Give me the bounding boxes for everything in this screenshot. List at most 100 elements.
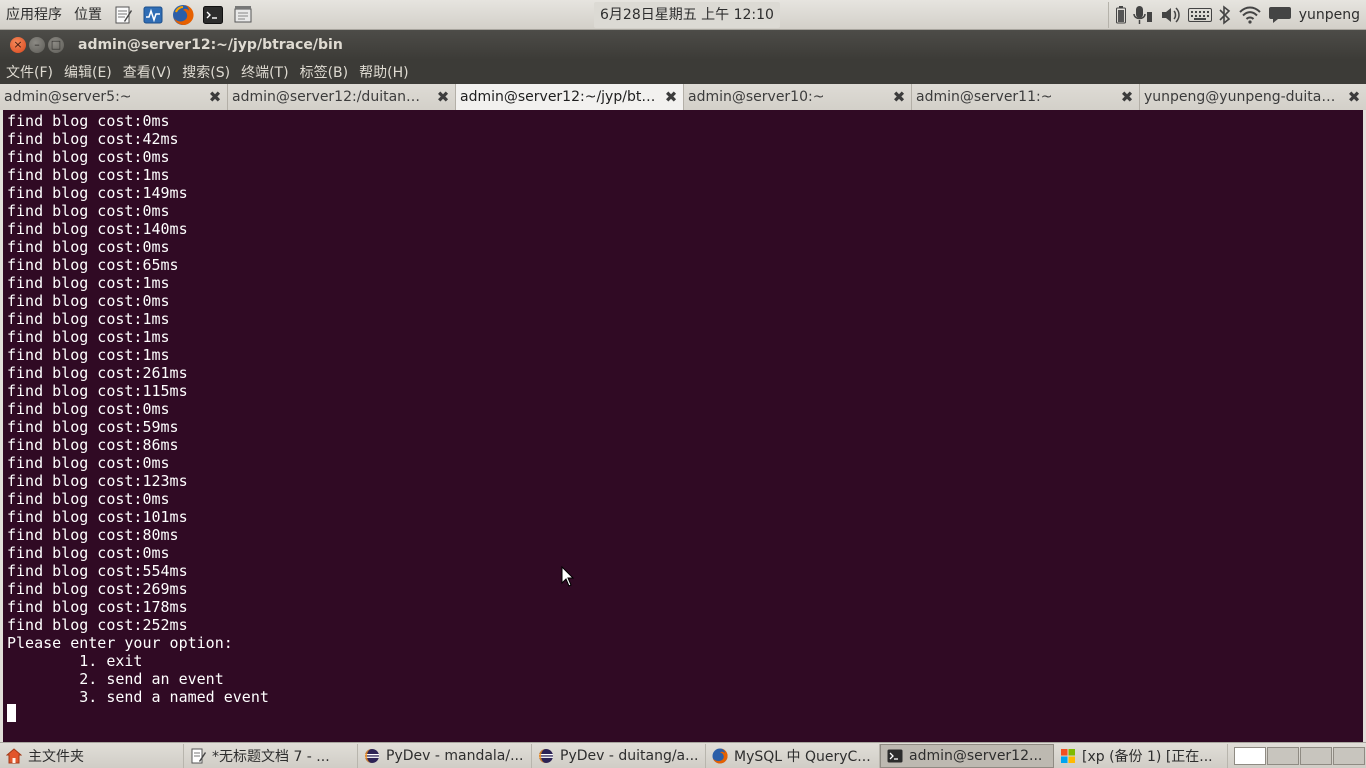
terminal-line: find blog cost:0ms: [7, 238, 170, 256]
terminal-line: 2. send an event: [7, 670, 224, 688]
terminal-line: find blog cost:178ms: [7, 598, 188, 616]
terminal-icon: [887, 748, 903, 764]
microphone-icon[interactable]: [1132, 0, 1154, 30]
tab-close-icon[interactable]: ✖: [207, 88, 223, 106]
tab-server12-btrace[interactable]: admin@server12:~/jyp/btr... ✖: [456, 84, 684, 110]
terminal-line: find blog cost:1ms: [7, 310, 170, 328]
window-minimize-button[interactable]: –: [29, 37, 45, 53]
window-titlebar[interactable]: × – □ admin@server12:~/jyp/btrace/bin: [0, 30, 1366, 60]
workspace-switcher: [1234, 746, 1366, 765]
keyboard-icon[interactable]: [1187, 0, 1212, 30]
menu-view[interactable]: 查看(V): [117, 62, 177, 82]
menu-edit[interactable]: 编辑(E): [58, 62, 117, 82]
volume-icon[interactable]: [1160, 0, 1182, 30]
tab-close-icon[interactable]: ✖: [891, 88, 907, 106]
places-menu[interactable]: 位置: [68, 0, 108, 30]
terminal-text: find blog cost:0ms find blog cost:42ms fin…: [7, 112, 269, 706]
system-tray: yunpeng: [1104, 0, 1366, 30]
task-label: *无标题文档 7 - ...: [212, 748, 330, 765]
terminal-line: 1. exit: [7, 652, 143, 670]
mouse-pointer-icon: [561, 566, 575, 587]
window-maximize-button[interactable]: □: [48, 37, 64, 53]
menu-terminal[interactable]: 终端(T): [235, 62, 293, 82]
workspace-2[interactable]: [1267, 746, 1299, 765]
terminal-line: find blog cost:86ms: [7, 436, 179, 454]
tab-close-icon[interactable]: ✖: [435, 88, 451, 106]
terminal-line: find blog cost:0ms: [7, 490, 170, 508]
task-label: MySQL 中 QueryC...: [734, 748, 871, 765]
menu-help[interactable]: 帮助(H): [353, 62, 413, 82]
terminal-line: find blog cost:149ms: [7, 184, 188, 202]
menu-tabs[interactable]: 标签(B): [294, 62, 354, 82]
terminal-line: find blog cost:0ms: [7, 454, 170, 472]
tab-server12-duitang[interactable]: admin@server12:/duitang/... ✖: [228, 84, 456, 110]
wifi-icon[interactable]: [1238, 0, 1262, 30]
task-home-folder[interactable]: 主文件夹: [0, 743, 184, 768]
terminal-line: find blog cost:59ms: [7, 418, 179, 436]
workspace-3[interactable]: [1300, 746, 1332, 765]
menu-search[interactable]: 搜索(S): [176, 62, 235, 82]
terminal-line: find blog cost:252ms: [7, 616, 188, 634]
task-pydev-mandala[interactable]: PyDev - mandala/...: [358, 743, 532, 768]
terminal-line: find blog cost:1ms: [7, 166, 170, 184]
text-editor-launcher-icon[interactable]: [110, 3, 136, 27]
terminal-line: find blog cost:261ms: [7, 364, 188, 382]
tab-server10[interactable]: admin@server10:~ ✖: [684, 84, 912, 110]
window-close-button[interactable]: ×: [10, 37, 26, 53]
user-menu[interactable]: yunpeng: [1299, 7, 1360, 23]
task-virtualbox-xp[interactable]: [xp (备份 1) [正在...: [1054, 743, 1228, 768]
terminal-line: find blog cost:0ms: [7, 202, 170, 220]
terminal-line: find blog cost:0ms: [7, 148, 170, 166]
task-label: 主文件夹: [28, 748, 84, 765]
terminal-line: find blog cost:80ms: [7, 526, 179, 544]
system-monitor-launcher-icon[interactable]: [140, 3, 166, 27]
eclipse-icon: [364, 748, 380, 764]
screenshot-launcher-icon[interactable]: [230, 3, 256, 27]
terminal-line: find blog cost:1ms: [7, 328, 170, 346]
workspace-1[interactable]: [1234, 746, 1266, 765]
workspace-4[interactable]: [1333, 746, 1365, 765]
home-folder-icon: [6, 747, 22, 764]
tab-label: admin@server10:~: [688, 89, 825, 105]
terminal-line: find blog cost:1ms: [7, 274, 170, 292]
task-text-editor[interactable]: *无标题文档 7 - ...: [184, 743, 358, 768]
task-label: admin@server12...: [909, 747, 1043, 764]
terminal-line: 3. send a named event: [7, 688, 269, 706]
task-label: PyDev - duitang/a...: [560, 747, 699, 764]
terminal-line: find blog cost:0ms: [7, 544, 170, 562]
messaging-icon[interactable]: [1268, 0, 1292, 30]
tab-label: admin@server5:~: [4, 89, 132, 105]
bluetooth-icon[interactable]: [1218, 0, 1232, 30]
terminal-line: find blog cost:140ms: [7, 220, 188, 238]
terminal-line: find blog cost:65ms: [7, 256, 179, 274]
terminal-launcher-icon[interactable]: [200, 3, 226, 27]
task-terminal[interactable]: admin@server12...: [880, 743, 1054, 768]
task-label: PyDev - mandala/...: [386, 747, 524, 764]
tab-close-icon[interactable]: ✖: [1119, 88, 1135, 106]
tab-server11[interactable]: admin@server11:~ ✖: [912, 84, 1140, 110]
terminal-cursor: [7, 704, 16, 722]
terminal-output-area[interactable]: find blog cost:0ms find blog cost:42ms fin…: [0, 110, 1366, 742]
tab-close-icon[interactable]: ✖: [1346, 88, 1362, 106]
terminal-line: find blog cost:42ms: [7, 130, 179, 148]
terminal-line: find blog cost:0ms: [7, 112, 170, 130]
terminal-line: Please enter your option:: [7, 634, 233, 652]
terminal-tab-bar: admin@server5:~ ✖ admin@server12:/duitan…: [0, 84, 1366, 110]
battery-icon[interactable]: [1115, 0, 1126, 30]
applications-menu[interactable]: 应用程序: [0, 0, 68, 30]
task-firefox-mysql[interactable]: MySQL 中 QueryC...: [706, 743, 880, 768]
tab-yunpeng-local[interactable]: yunpeng@yunpeng-duitang: ~ ✖: [1140, 84, 1366, 110]
firefox-icon: [712, 747, 728, 764]
tab-close-icon[interactable]: ✖: [663, 88, 679, 106]
firefox-launcher-icon[interactable]: [170, 3, 196, 27]
task-pydev-duitang[interactable]: PyDev - duitang/a...: [532, 743, 706, 768]
clock[interactable]: 6月28日星期五 上午 12:10: [594, 2, 780, 28]
menu-file[interactable]: 文件(F): [0, 62, 58, 82]
top-panel: 应用程序 位置 6月28日星期五 上午 12:10 yunpeng: [0, 0, 1366, 30]
terminal-line: find blog cost:0ms: [7, 292, 170, 310]
eclipse-icon: [538, 748, 554, 764]
terminal-line: find blog cost:269ms: [7, 580, 188, 598]
tab-server5[interactable]: admin@server5:~ ✖: [0, 84, 228, 110]
terminal-line: find blog cost:1ms: [7, 346, 170, 364]
virtualbox-icon: [1060, 748, 1076, 764]
